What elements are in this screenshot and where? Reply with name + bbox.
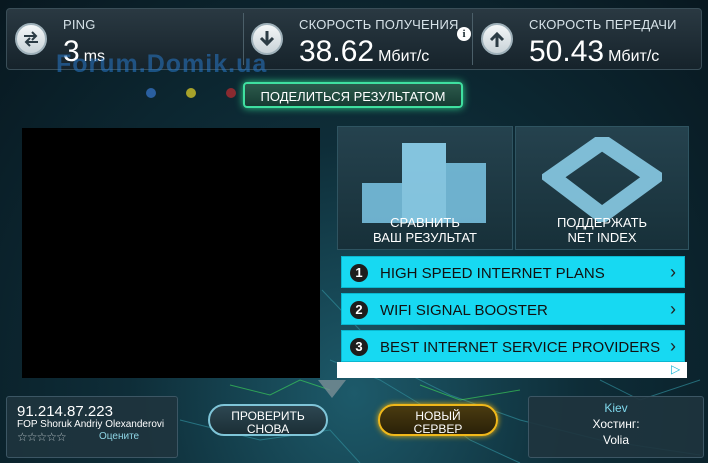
server-city: Kiev — [604, 401, 628, 415]
support-line2: NET INDEX — [567, 230, 637, 245]
share-results-button[interactable]: ПОДЕЛИТЬСЯ РЕЗУЛЬТАТОМ — [243, 82, 463, 108]
host-label: Хостинг: — [592, 417, 640, 431]
download-metric: СКОРОСТЬ ПОЛУЧЕНИЯ 38.62 Мбит/с — [243, 9, 471, 69]
chevron-right-icon: › — [670, 336, 676, 356]
watermark: Forum.Domik.ua — [56, 50, 268, 78]
ping-label: PING — [63, 17, 96, 32]
chevron-right-icon: › — [670, 299, 676, 319]
ip-address: 91.214.87.223 — [17, 403, 113, 420]
host-name: Volia — [602, 433, 630, 447]
dot-red — [226, 88, 236, 98]
rate-label[interactable]: Оцените — [99, 431, 139, 442]
net-index-icon — [542, 137, 662, 222]
upload-value: 50.43 Мбит/с — [529, 35, 660, 68]
ad-number: 3 — [350, 338, 368, 356]
ad-text: WIFI SIGNAL BOOSTER — [380, 302, 548, 319]
isp-name: FOP Shoruk Andriy Olexanderovi — [17, 419, 165, 430]
upload-label: СКОРОСТЬ ПЕРЕДАЧИ — [529, 17, 677, 32]
client-info-panel: 91.214.87.223 FOP Shoruk Andriy Olexande… — [6, 396, 178, 458]
support-line1: ПОДДЕРЖАТЬ — [556, 215, 648, 230]
upload-metric: СКОРОСТЬ ПЕРЕДАЧИ 50.43 Мбит/с — [473, 9, 701, 69]
ad-footer — [337, 362, 687, 378]
compare-results-tile[interactable]: СРАВНИТЬ ВАШ РЕЗУЛЬТАТ — [337, 126, 513, 250]
retest-line2: СНОВА — [246, 422, 290, 436]
new-server-button[interactable]: НОВЫЙ СЕРВЕР — [378, 404, 498, 436]
retest-button[interactable]: ПРОВЕРИТЬ СНОВА — [208, 404, 328, 436]
server-info-panel: Kiev Хостинг: Volia — [528, 396, 704, 458]
compare-line1: СРАВНИТЬ — [390, 215, 460, 230]
upload-arrow-icon — [481, 23, 513, 55]
download-value: 38.62 Мбит/с — [299, 35, 430, 68]
speedtest-app: PING 3 ms СКОРОСТЬ ПОЛУЧЕНИЯ 38.62 Мбит/с … — [0, 0, 708, 463]
rating-stars[interactable]: ☆☆☆☆☆ — [17, 430, 67, 444]
new-server-line2: СЕРВЕР — [413, 422, 463, 436]
adchoices-icon[interactable]: ▷ — [671, 362, 680, 376]
ad-link[interactable]: 2 WIFI SIGNAL BOOSTER › — [341, 293, 685, 325]
download-label: СКОРОСТЬ ПОЛУЧЕНИЯ — [299, 17, 459, 32]
ad-number: 2 — [350, 301, 368, 319]
ad-number: 1 — [350, 264, 368, 282]
video-panel — [22, 128, 320, 378]
ad-text: BEST INTERNET SERVICE PROVIDERS — [380, 339, 661, 356]
ad-text: HIGH SPEED INTERNET PLANS — [380, 265, 605, 282]
dot-blue — [146, 88, 156, 98]
ad-link[interactable]: 1 HIGH SPEED INTERNET PLANS › — [341, 256, 685, 288]
arrows-exchange-icon — [15, 23, 47, 55]
compare-line2: ВАШ РЕЗУЛЬТАТ — [373, 230, 477, 245]
ad-link[interactable]: 3 BEST INTERNET SERVICE PROVIDERS › — [341, 330, 685, 362]
bar-chart-icon — [362, 143, 486, 223]
chevron-right-icon: › — [670, 262, 676, 282]
info-icon[interactable]: i — [457, 27, 471, 41]
net-index-tile[interactable]: ПОДДЕРЖАТЬ NET INDEX — [515, 126, 689, 250]
dot-yellow — [186, 88, 196, 98]
